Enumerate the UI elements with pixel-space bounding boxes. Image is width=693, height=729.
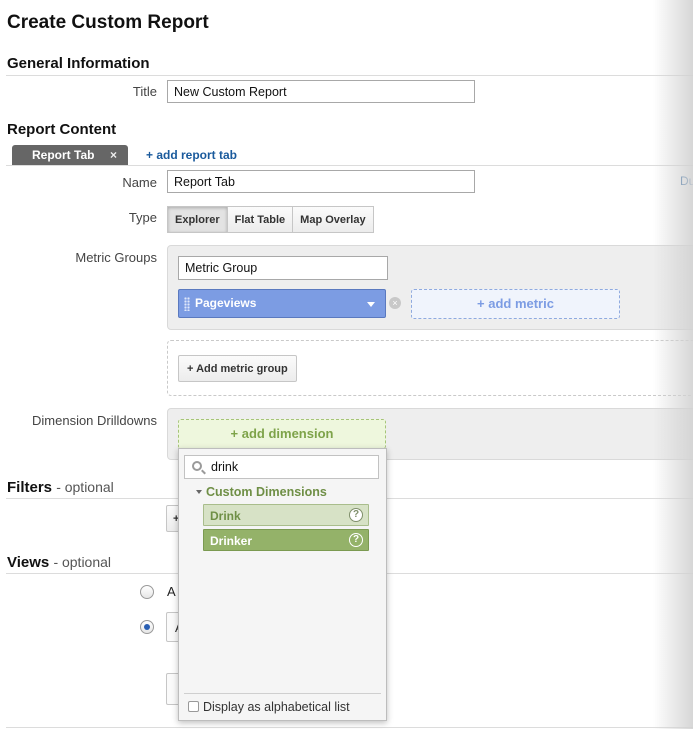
remove-icon[interactable]: × xyxy=(389,297,401,309)
dimension-item-label: Drinker xyxy=(210,534,253,548)
type-label: Type xyxy=(128,210,157,225)
close-icon[interactable]: × xyxy=(110,148,117,162)
alphabetical-list-checkbox[interactable] xyxy=(188,701,199,712)
report-tab-label: Report Tab xyxy=(32,148,95,162)
help-icon[interactable]: ? xyxy=(349,533,363,547)
metric-chip-pageviews[interactable]: Pageviews xyxy=(178,289,386,318)
dimension-search-input[interactable]: drink xyxy=(184,455,379,479)
dimension-picker-dropdown: drink Custom Dimensions Drink ? Drinker … xyxy=(178,448,387,721)
duplicate-tab-link[interactable]: Du xyxy=(680,174,693,188)
expand-triangle-icon xyxy=(196,490,202,494)
add-metric-group-button[interactable]: + Add metric group xyxy=(178,355,297,382)
custom-dimensions-group-label: Custom Dimensions xyxy=(206,485,327,499)
report-tab[interactable]: Report Tab × xyxy=(12,145,128,165)
divider xyxy=(6,165,693,166)
dimension-item-drinker[interactable]: Drinker ? xyxy=(203,529,369,551)
custom-dimensions-group[interactable]: Custom Dimensions xyxy=(196,485,327,499)
tab-name-input[interactable] xyxy=(167,170,475,193)
search-icon xyxy=(192,461,202,471)
type-map-overlay-button[interactable]: Map Overlay xyxy=(293,206,374,233)
page-title: Create Custom Report xyxy=(7,12,209,33)
radio-selected-views[interactable] xyxy=(140,620,154,634)
dimension-item-drink[interactable]: Drink ? xyxy=(203,504,369,526)
views-heading-text: Views xyxy=(7,554,50,571)
dimension-search-value: drink xyxy=(211,460,239,474)
general-information-heading: General Information xyxy=(7,55,150,72)
chevron-down-icon[interactable] xyxy=(367,302,375,307)
views-heading: Views - optional xyxy=(7,554,111,571)
filters-heading: Filters - optional xyxy=(7,479,114,496)
radio-all-views[interactable] xyxy=(140,585,154,599)
filters-heading-text: Filters xyxy=(7,479,53,496)
dimension-drilldowns-label: Dimension Drilldowns xyxy=(32,413,157,428)
metric-group-name-input[interactable] xyxy=(178,256,388,280)
filters-optional-text: - optional xyxy=(56,479,114,495)
name-label: Name xyxy=(122,175,157,190)
report-content-heading: Report Content xyxy=(7,121,117,138)
divider xyxy=(6,75,693,76)
title-label: Title xyxy=(132,84,157,99)
report-type-toggle: Explorer Flat Table Map Overlay xyxy=(167,206,374,233)
dimension-item-label: Drink xyxy=(210,509,241,523)
type-flat-table-button[interactable]: Flat Table xyxy=(227,206,294,233)
radio-all-views-label: A xyxy=(167,584,176,599)
type-explorer-button[interactable]: Explorer xyxy=(167,206,228,233)
views-optional-text: - optional xyxy=(53,554,112,570)
drag-handle-icon[interactable] xyxy=(184,297,190,311)
divider xyxy=(6,727,693,728)
metric-groups-label: Metric Groups xyxy=(75,250,157,265)
add-metric-button[interactable]: + add metric xyxy=(411,289,620,319)
alphabetical-list-label: Display as alphabetical list xyxy=(203,700,350,714)
metric-chip-label: Pageviews xyxy=(195,296,257,310)
title-input[interactable] xyxy=(167,80,475,103)
alphabetical-list-option[interactable]: Display as alphabetical list xyxy=(184,693,381,714)
add-report-tab-link[interactable]: + add report tab xyxy=(146,148,237,162)
help-icon[interactable]: ? xyxy=(349,508,363,522)
add-dimension-button[interactable]: + add dimension xyxy=(178,419,386,449)
